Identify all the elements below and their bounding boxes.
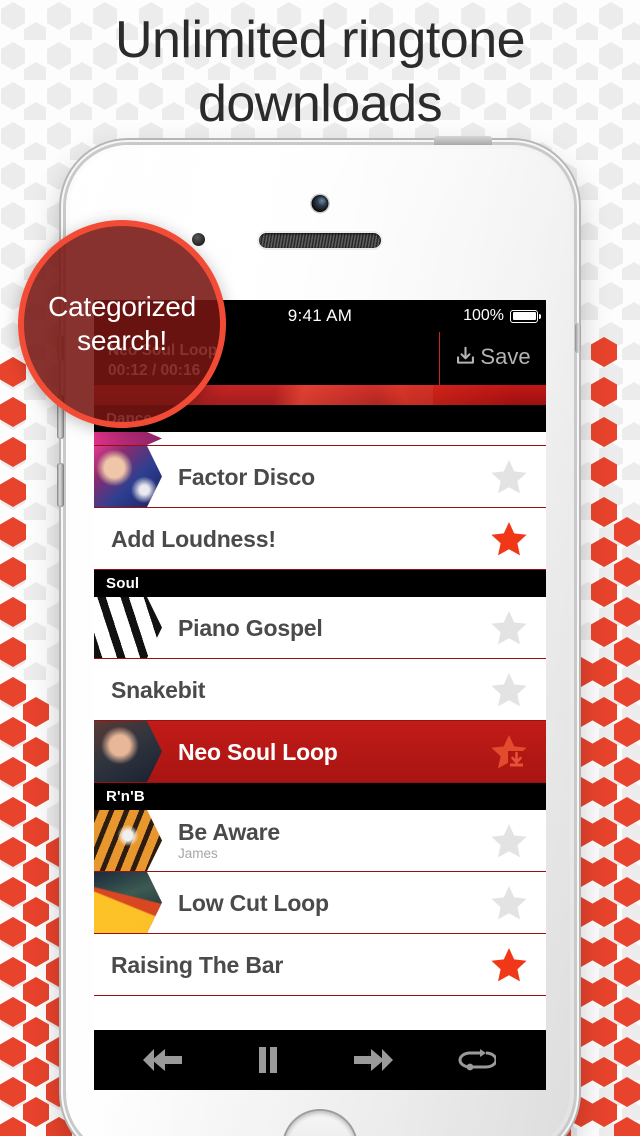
home-button[interactable]	[284, 1111, 356, 1136]
favorite-button[interactable]	[472, 821, 546, 861]
ringtone-thumbnail	[94, 810, 162, 871]
ringtone-row[interactable]: Factor Disco	[94, 446, 546, 508]
favorite-button[interactable]	[472, 945, 546, 985]
ringtone-list[interactable]: DanceFactor Disco Add Loudness! SoulPian…	[94, 405, 546, 1030]
volume-down-button[interactable]	[57, 463, 64, 507]
battery-icon	[510, 309, 541, 323]
front-camera-icon	[311, 195, 329, 212]
status-bar-time: 9:41 AM	[287, 306, 353, 325]
favorite-star-icon	[491, 823, 527, 857]
ringtone-row[interactable]: Snakebit	[94, 659, 546, 721]
ringtone-thumbnail	[94, 432, 162, 445]
headline-line-1: Unlimited ringtone	[114, 11, 526, 69]
ringtone-thumbnail	[94, 872, 162, 933]
ringtone-row[interactable]: Neo Soul Loop	[94, 721, 546, 783]
badge-line-2: search!	[77, 325, 167, 356]
previous-button[interactable]	[141, 1043, 187, 1077]
favorite-button[interactable]	[472, 457, 546, 497]
favorite-button[interactable]	[472, 732, 546, 772]
favorite-star-icon	[491, 885, 527, 919]
categorized-search-badge: Categorized search!	[18, 220, 226, 428]
power-button[interactable]	[575, 323, 581, 353]
ringtone-title: Piano Gospel	[178, 614, 323, 641]
screenshot-stage: Unlimited ringtone downloads 9:41 AM 100…	[0, 0, 640, 1136]
headline: Unlimited ringtone downloads	[0, 8, 640, 136]
ringtone-title: Raising The Bar	[111, 951, 284, 978]
proximity-sensor-icon	[192, 233, 205, 246]
next-button[interactable]	[349, 1043, 395, 1077]
ringtone-title: Low Cut Loop	[178, 889, 329, 916]
save-button[interactable]: Save	[439, 332, 546, 385]
ringtone-title: Be Aware James	[162, 819, 472, 862]
ringtone-title: Neo Soul Loop	[178, 738, 338, 765]
pause-button[interactable]	[245, 1043, 291, 1077]
rewind-icon	[143, 1049, 182, 1071]
save-button-label: Save	[480, 343, 531, 369]
ringtone-row[interactable]: Piano Gospel	[94, 597, 546, 659]
repeat-button[interactable]	[453, 1043, 499, 1077]
repeat-icon	[458, 1049, 496, 1071]
favorite-star-icon	[491, 672, 527, 706]
ringtone-row[interactable]	[94, 432, 546, 446]
ringtone-row[interactable]: Be Aware James	[94, 810, 546, 872]
headline-line-2: downloads	[197, 75, 443, 133]
favorite-star-icon	[491, 947, 527, 981]
download-icon	[457, 346, 475, 364]
ringtone-title: Snakebit	[111, 676, 206, 703]
ringtone-title: Add Loudness!	[111, 525, 276, 552]
playback-toolbar	[94, 1030, 546, 1090]
favorite-star-icon	[491, 610, 527, 644]
favorite-star-icon	[491, 521, 527, 555]
favorite-star-icon	[491, 459, 527, 493]
ringtone-artist: James	[178, 846, 218, 861]
ringtone-thumbnail	[94, 597, 162, 658]
favorite-button[interactable]	[472, 670, 546, 710]
earpiece-speaker-icon	[259, 233, 381, 248]
battery-percent-label: 100%	[463, 307, 504, 324]
section-header-soul: Soul	[94, 570, 546, 597]
ringtone-row[interactable]: Low Cut Loop	[94, 872, 546, 934]
fast-forward-icon	[354, 1049, 393, 1071]
pause-icon	[259, 1047, 277, 1073]
top-button[interactable]	[434, 136, 492, 145]
favorite-button[interactable]	[472, 883, 546, 923]
download-progress-star-icon	[491, 734, 527, 768]
ringtone-thumbnail	[94, 721, 162, 782]
status-bar-right: 100%	[463, 300, 541, 332]
ringtone-row[interactable]: Raising The Bar	[94, 934, 546, 996]
favorite-button[interactable]	[472, 608, 546, 648]
badge-line-1: Categorized	[48, 291, 196, 322]
section-header-r-n-b: R'n'B	[94, 783, 546, 810]
ringtone-title: Factor Disco	[178, 463, 315, 490]
ringtone-row[interactable]: Add Loudness!	[94, 508, 546, 570]
favorite-button[interactable]	[472, 519, 546, 559]
ringtone-thumbnail	[94, 446, 162, 507]
